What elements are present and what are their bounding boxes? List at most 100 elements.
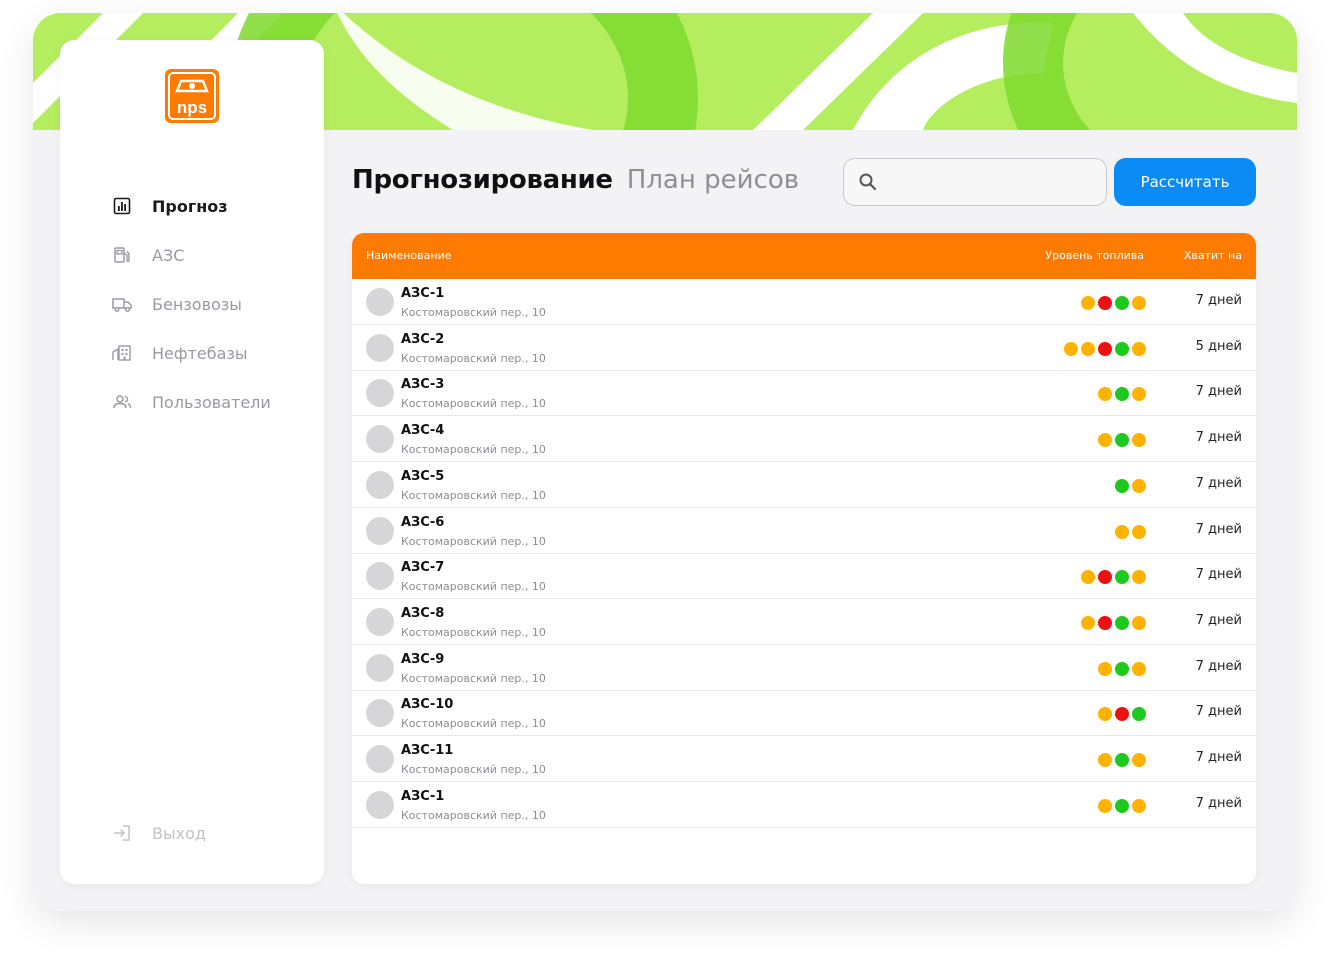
- station-name: АЗС-6: [401, 514, 445, 530]
- table-row[interactable]: АЗС-1 Костомаровский пер., 10 7 дней: [352, 279, 1256, 325]
- fuel-level-dot-yellow: [1132, 478, 1146, 493]
- station-avatar: [366, 607, 394, 636]
- fuel-level-dot-yellow: [1132, 296, 1146, 310]
- search-box[interactable]: [843, 158, 1107, 206]
- table-row[interactable]: АЗС-1 Костомаровский пер., 10 7 дней: [352, 782, 1256, 828]
- sidebar-item-depots[interactable]: Нефтебазы: [112, 340, 248, 366]
- table-row[interactable]: АЗС-11 Костомаровский пер., 10 7 дней: [352, 736, 1256, 782]
- days-remaining: 7 дней: [1195, 567, 1242, 583]
- svg-text:nps: nps: [177, 98, 207, 117]
- fuel-level-indicators: [1064, 341, 1146, 356]
- station-name: АЗС-8: [401, 605, 445, 621]
- days-remaining: 7 дней: [1195, 795, 1242, 811]
- sidebar: nps Прогноз АЗС Бензовозы Нефтебазы Поль…: [60, 40, 324, 884]
- fuel-level-dot-yellow: [1132, 387, 1146, 402]
- fuel-level-dot-green: [1115, 433, 1129, 448]
- station-address: Костомаровский пер., 10: [401, 717, 546, 731]
- station-address: Костомаровский пер., 10: [401, 397, 546, 411]
- table-row[interactable]: АЗС-4 Костомаровский пер., 10 7 дней: [352, 416, 1256, 463]
- station-name: АЗС-7: [401, 560, 445, 576]
- station-avatar: [366, 745, 394, 773]
- sidebar-item-forecast[interactable]: Прогноз: [112, 193, 228, 219]
- calculate-button[interactable]: Рассчитать: [1114, 158, 1256, 206]
- station-address: Костомаровский пер., 10: [401, 306, 546, 319]
- sidebar-item-users[interactable]: Пользователи: [112, 389, 271, 415]
- table-row[interactable]: АЗС-9 Костомаровский пер., 10 7 дней: [352, 645, 1256, 691]
- fuel-level-dot-green: [1115, 296, 1129, 310]
- station-address: Костомаровский пер., 10: [401, 351, 546, 365]
- column-header-fuel-level[interactable]: Уровень топлива: [1045, 249, 1144, 262]
- station-address: Костомаровский пер., 10: [401, 488, 546, 502]
- station-name: АЗС-5: [401, 468, 445, 484]
- station-avatar: [366, 699, 394, 728]
- app-window: nps Прогноз АЗС Бензовозы Нефтебазы Поль…: [33, 13, 1297, 911]
- fuel-level-dot-yellow: [1132, 615, 1146, 630]
- table-row[interactable]: АЗС-5 Костомаровский пер., 10 7 дней: [352, 462, 1256, 508]
- days-remaining: 7 дней: [1195, 475, 1242, 491]
- fuel-level-dot-yellow: [1132, 524, 1146, 539]
- fuel-level-dot-green: [1115, 753, 1129, 767]
- days-remaining: 5 дней: [1195, 338, 1242, 354]
- stations-table: Наименование Уровень топлива Хватит на А…: [352, 233, 1256, 884]
- table-row[interactable]: АЗС-8 Костомаровский пер., 10 7 дней: [352, 599, 1256, 645]
- fuel-level-dot-green: [1115, 615, 1129, 630]
- fuel-level-indicators: [1098, 387, 1146, 402]
- fuel-level-dot-red: [1098, 570, 1112, 585]
- fuel-level-dot-yellow: [1132, 433, 1146, 448]
- days-remaining: 7 дней: [1195, 430, 1242, 446]
- fuel-level-indicators: [1081, 570, 1146, 585]
- fuel-level-dot-green: [1115, 387, 1129, 402]
- days-remaining: 7 дней: [1195, 612, 1242, 628]
- fuel-level-dot-yellow: [1081, 341, 1095, 356]
- fuel-level-dot-green: [1115, 798, 1129, 813]
- title-row: Прогнозирование План рейсов: [352, 165, 799, 195]
- main-content: Прогнозирование План рейсов Рассчитать Н…: [352, 40, 1257, 884]
- fuel-level-dot-yellow: [1132, 341, 1146, 356]
- table-row[interactable]: АЗС-7 Костомаровский пер., 10 7 дней: [352, 553, 1256, 600]
- logout-icon: [112, 823, 132, 843]
- station-name: АЗС-11: [401, 743, 454, 758]
- fuel-level-dot-yellow: [1081, 296, 1095, 310]
- fuel-station-icon: [112, 245, 132, 265]
- fuel-level-dot-green: [1132, 707, 1146, 722]
- table-row[interactable]: АЗС-10 Костомаровский пер., 10 7 дней: [352, 690, 1256, 737]
- page-title: Прогнозирование: [352, 165, 613, 195]
- station-address: Костомаровский пер., 10: [401, 763, 546, 776]
- sidebar-item-label: Прогноз: [152, 196, 228, 216]
- fuel-level-dot-yellow: [1098, 798, 1112, 813]
- station-address: Костомаровский пер., 10: [401, 671, 546, 685]
- table-row[interactable]: АЗС-3 Костомаровский пер., 10 7 дней: [352, 370, 1256, 417]
- station-avatar: [366, 653, 394, 682]
- page-subtitle: План рейсов: [626, 165, 800, 195]
- station-avatar: [366, 379, 394, 408]
- sidebar-item-tankers[interactable]: Бензовозы: [112, 291, 242, 317]
- truck-icon: [112, 294, 132, 314]
- days-remaining: 7 дней: [1195, 293, 1242, 308]
- fuel-level-dot-yellow: [1098, 753, 1112, 767]
- station-avatar: [366, 333, 394, 362]
- table-row[interactable]: АЗС-2 Костомаровский пер., 10 5 дней: [352, 325, 1256, 371]
- fuel-level-dot-green: [1115, 478, 1129, 493]
- station-avatar: [366, 790, 394, 819]
- chart-icon: [112, 196, 132, 216]
- fuel-level-dot-yellow: [1132, 798, 1146, 813]
- station-name: АЗС-10: [401, 697, 454, 713]
- nps-logo[interactable]: nps: [163, 67, 221, 125]
- station-name: АЗС-3: [401, 377, 445, 393]
- logout-button[interactable]: Выход: [112, 820, 206, 846]
- fuel-level-dot-yellow: [1081, 615, 1095, 630]
- fuel-level-dot-yellow: [1098, 387, 1112, 402]
- station-name: АЗС-2: [401, 331, 445, 347]
- column-header-name[interactable]: Наименование: [366, 249, 451, 262]
- fuel-level-indicators: [1081, 296, 1146, 310]
- station-address: Костомаровский пер., 10: [401, 443, 546, 457]
- search-input[interactable]: [888, 159, 1098, 205]
- fuel-level-indicators: [1115, 478, 1146, 493]
- table-row[interactable]: АЗС-6 Костомаровский пер., 10 7 дней: [352, 508, 1256, 554]
- station-avatar: [366, 562, 394, 591]
- column-header-days[interactable]: Хватит на: [1184, 249, 1242, 262]
- sidebar-item-stations[interactable]: АЗС: [112, 242, 184, 268]
- fuel-level-dot-red: [1115, 707, 1129, 722]
- fuel-level-dot-red: [1098, 296, 1112, 310]
- station-address: Костомаровский пер., 10: [401, 534, 546, 548]
